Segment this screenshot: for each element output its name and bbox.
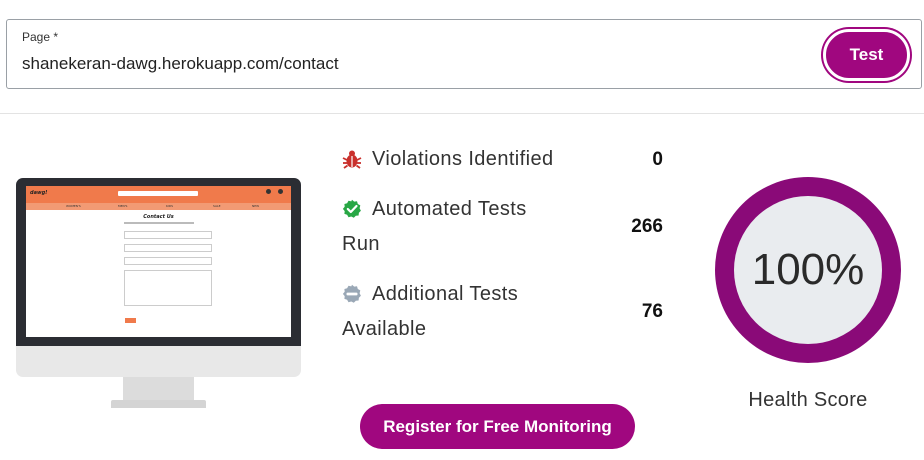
monitor-frame: dawg! WOMEN'S MEN'S KIDS SALE NEW Contac… xyxy=(16,178,301,346)
health-score-label: Health Score xyxy=(748,389,868,411)
stat-violations: Violations Identified 0 xyxy=(342,142,667,177)
preview-page-heading: Contact Us xyxy=(143,214,174,220)
bug-icon xyxy=(342,150,362,169)
page-field-label: Page * xyxy=(22,30,59,44)
preview-form-field xyxy=(124,244,212,252)
preview-search-bar xyxy=(118,191,198,196)
preview-intro-text xyxy=(124,222,194,224)
preview-nav-item: MEN'S xyxy=(118,204,128,208)
preview-nav-item: WOMEN'S xyxy=(66,204,81,208)
preview-nav-item: SALE xyxy=(213,204,221,208)
minus-circle-icon xyxy=(342,284,361,303)
page-url-input[interactable]: shanekeran-dawg.herokuapp.com/contact xyxy=(22,54,339,74)
preview-nav-bar: dawg! xyxy=(26,186,291,203)
automated-tests-count: 266 xyxy=(631,216,663,237)
preview-cart-icon xyxy=(278,189,283,194)
health-score-inner: 100% xyxy=(734,196,882,344)
check-circle-icon xyxy=(342,199,361,218)
stat-automated-tests: Automated Tests Run 266 xyxy=(342,192,667,262)
additional-tests-label: Additional Tests xyxy=(372,283,519,305)
preview-logo: dawg! xyxy=(30,190,48,196)
violations-count: 0 xyxy=(652,149,663,170)
preview-nav-item: KIDS xyxy=(166,204,174,208)
section-divider xyxy=(0,113,924,114)
preview-submit-button xyxy=(125,318,136,323)
register-monitoring-button[interactable]: Register for Free Monitoring xyxy=(360,404,635,449)
preview-message-field xyxy=(124,270,212,306)
additional-tests-label-cont: Available xyxy=(342,318,427,340)
additional-tests-count: 76 xyxy=(641,301,663,322)
violations-label: Violations Identified xyxy=(372,148,554,170)
site-preview-monitor: dawg! WOMEN'S MEN'S KIDS SALE NEW Contac… xyxy=(16,178,301,408)
health-score-ring: 100% xyxy=(715,177,901,363)
preview-account-icon xyxy=(266,189,271,194)
automated-tests-label-cont: Run xyxy=(342,233,380,255)
health-score-value: 100% xyxy=(751,245,865,294)
stat-additional-tests: Additional Tests Available 76 xyxy=(342,277,667,347)
page-url-field[interactable]: Page * shanekeran-dawg.herokuapp.com/con… xyxy=(6,19,922,89)
monitor-chin xyxy=(16,346,301,377)
monitor-base xyxy=(111,400,206,408)
monitor-stand xyxy=(123,377,194,401)
preview-nav-item: NEW xyxy=(252,204,260,208)
preview-subnav: WOMEN'S MEN'S KIDS SALE NEW xyxy=(26,203,291,210)
preview-form-field xyxy=(124,257,212,265)
test-button[interactable]: Test xyxy=(823,29,910,81)
preview-form-field xyxy=(124,231,212,239)
site-preview-screen: dawg! WOMEN'S MEN'S KIDS SALE NEW Contac… xyxy=(26,186,291,337)
automated-tests-label: Automated Tests xyxy=(372,198,527,220)
